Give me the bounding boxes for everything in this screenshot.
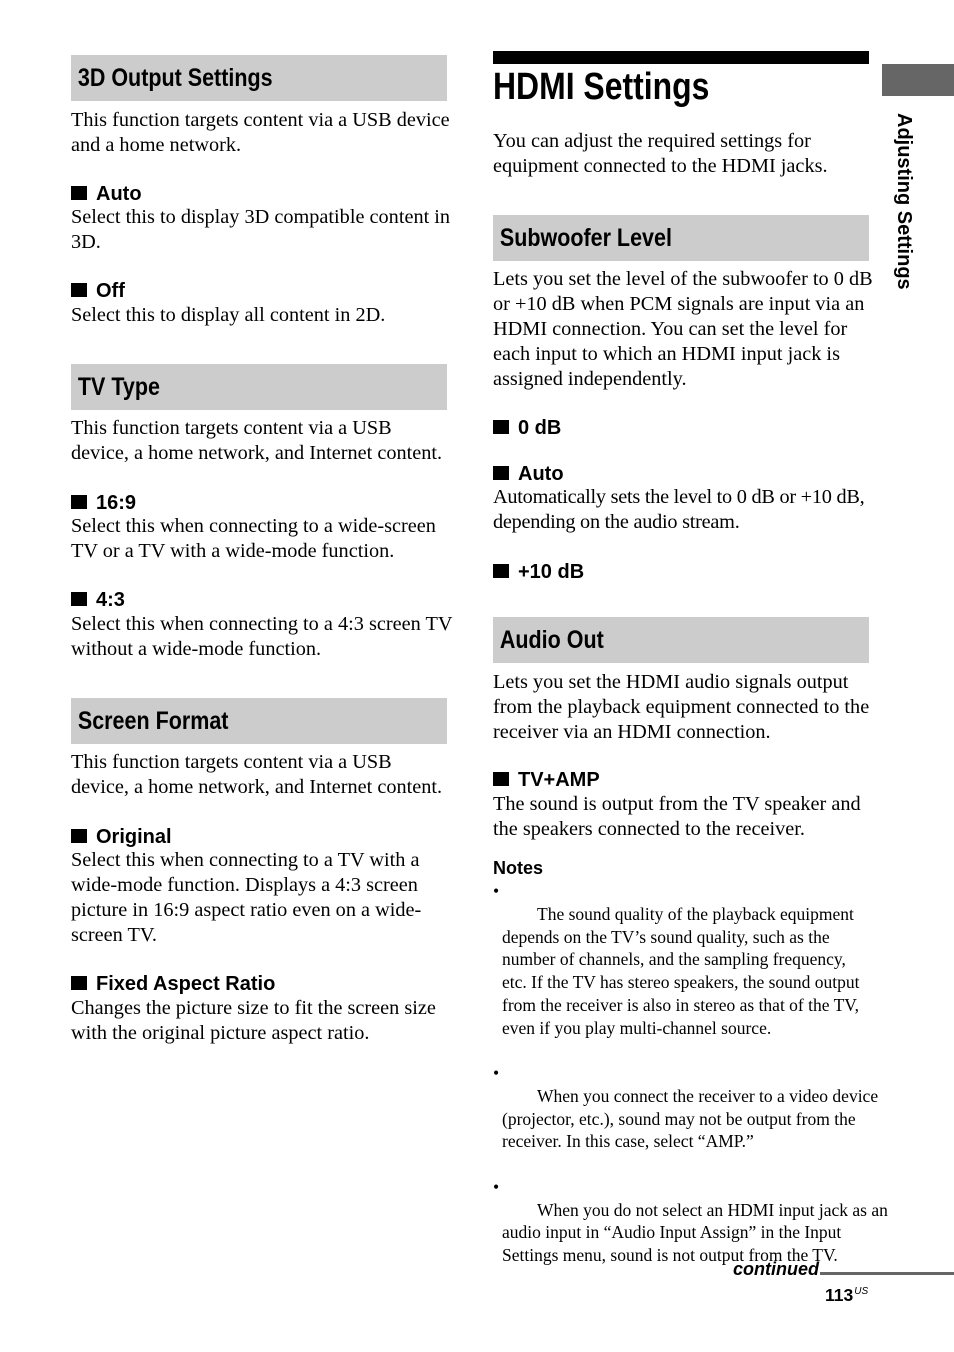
- section-description: Lets you set the HDMI audio signals outp…: [493, 671, 870, 743]
- bullet-icon: •: [493, 1063, 500, 1083]
- notes-heading: Notes: [493, 858, 544, 878]
- square-bullet-icon: [493, 466, 509, 480]
- square-bullet-icon: [71, 186, 87, 200]
- section-title: Audio Out: [499, 626, 604, 654]
- chapter-side-label: Adjusting Settings: [893, 113, 915, 290]
- option-description: Select this to display all content in 2D…: [71, 304, 386, 326]
- option-label: Auto: [518, 463, 564, 485]
- square-bullet-icon: [71, 829, 87, 843]
- section-title: Subwoofer Level: [499, 224, 672, 252]
- section-header-audio-out: Audio Out: [493, 617, 869, 663]
- chapter-title: HDMI Settings: [493, 66, 710, 108]
- option-label: 16:9: [96, 492, 137, 514]
- section-description: Lets you set the level of the subwoofer …: [493, 268, 873, 390]
- option-heading-plus-10-db: +10 dB: [493, 560, 584, 584]
- section-description: This function targets content via a USB …: [71, 109, 450, 156]
- option-label: TV+AMP: [518, 769, 600, 791]
- section-description: This function targets content via a USB …: [71, 417, 443, 464]
- square-bullet-icon: [71, 592, 87, 606]
- option-heading-0-db: 0 dB: [493, 416, 561, 440]
- bullet-icon: •: [493, 881, 500, 901]
- chapter-side-tab: [882, 64, 954, 96]
- section-title: 3D Output Settings: [77, 64, 273, 92]
- option-label: Original: [96, 826, 172, 848]
- notes-list: • The sound quality of the playback equip…: [493, 880, 888, 1290]
- option-heading-4-3: 4:3: [71, 588, 125, 612]
- section-title: TV Type: [77, 373, 160, 401]
- page-number-value: 113: [825, 1285, 854, 1305]
- option-heading-off: Off: [71, 279, 125, 303]
- note-text: The sound quality of the playback equipm…: [502, 903, 860, 1038]
- option-description: Select this to display 3D compatible con…: [71, 206, 451, 253]
- section-description: This function targets content via a USB …: [71, 751, 443, 798]
- square-bullet-icon: [493, 772, 509, 786]
- option-label: Auto: [96, 183, 142, 205]
- option-description: Select this when connecting to a wide-sc…: [71, 515, 436, 562]
- square-bullet-icon: [493, 420, 509, 434]
- section-header-3d-output-settings: 3D Output Settings: [71, 55, 447, 101]
- option-heading-tv-amp: TV+AMP: [493, 768, 600, 792]
- chapter-intro: You can adjust the required settings for…: [493, 130, 828, 177]
- section-header-subwoofer-level: Subwoofer Level: [493, 215, 869, 261]
- page-number: 113US: [825, 1281, 868, 1306]
- option-heading-16-9: 16:9: [71, 491, 136, 515]
- continued-rule: [820, 1272, 954, 1275]
- note-item: • When you connect the receiver to a vide…: [493, 1062, 878, 1176]
- option-description: Select this when connecting to a 4:3 scr…: [71, 613, 453, 660]
- option-description: Changes the picture size to fit the scre…: [71, 997, 436, 1044]
- note-item: • The sound quality of the playback equip…: [493, 880, 873, 1062]
- square-bullet-icon: [71, 283, 87, 297]
- option-description: The sound is output from the TV speaker …: [493, 793, 861, 840]
- option-heading-original: Original: [71, 825, 172, 849]
- square-bullet-icon: [493, 564, 509, 578]
- chapter-title-rule: [493, 51, 869, 64]
- section-header-tv-type: TV Type: [71, 364, 447, 410]
- note-text: When you do not select an HDMI input jac…: [502, 1199, 888, 1266]
- option-label: Fixed Aspect Ratio: [96, 973, 276, 995]
- continued-label: continued: [733, 1259, 819, 1279]
- option-heading-auto: Auto: [71, 182, 142, 206]
- option-heading-fixed-aspect-ratio: Fixed Aspect Ratio: [71, 972, 275, 996]
- section-title: Screen Format: [77, 707, 229, 735]
- manual-page: 3D Output Settings This function targets…: [0, 0, 954, 1352]
- bullet-icon: •: [493, 1176, 500, 1197]
- option-label: +10 dB: [518, 561, 585, 583]
- page-number-suffix: US: [854, 1286, 869, 1297]
- section-header-screen-format: Screen Format: [71, 698, 447, 744]
- option-label: Off: [96, 280, 125, 302]
- option-label: 4:3: [96, 589, 125, 611]
- option-label: 0 dB: [518, 417, 562, 439]
- note-text: When you connect the receiver to a video…: [502, 1085, 879, 1152]
- square-bullet-icon: [71, 495, 87, 509]
- option-description: Automatically sets the level to 0 dB or …: [493, 486, 865, 533]
- option-description: Select this when connecting to a TV with…: [71, 849, 422, 946]
- square-bullet-icon: [71, 976, 87, 990]
- option-heading-auto: Auto: [493, 462, 564, 486]
